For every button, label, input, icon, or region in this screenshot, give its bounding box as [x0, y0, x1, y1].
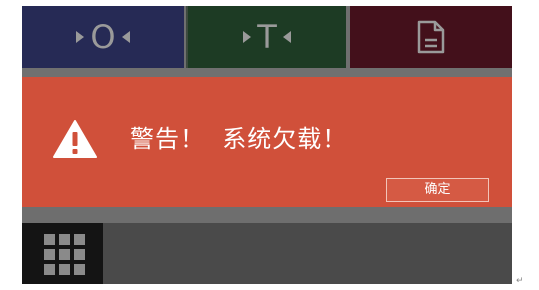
warning-message: 警告！ 系统欠载！ [130, 125, 348, 153]
tare-label: T [257, 18, 277, 56]
arrow-left-icon [121, 31, 130, 43]
top-function-bar: O T [22, 6, 512, 68]
document-button[interactable] [350, 6, 512, 68]
confirm-button[interactable]: 确定 [386, 178, 489, 202]
device-screen: O T 警告！ 系统欠载！ 确定 [22, 6, 512, 284]
separator-strip [22, 68, 512, 77]
zero-label: O [90, 18, 116, 56]
arrow-right-icon [76, 31, 85, 43]
zero-button[interactable]: O [22, 6, 184, 68]
arrow-left-icon [282, 31, 291, 43]
separator-strip-bottom [22, 207, 512, 223]
document-icon [417, 20, 445, 54]
tare-label-group: T [243, 21, 291, 53]
apps-button[interactable] [22, 223, 103, 284]
warning-dialog: 警告！ 系统欠载！ 确定 [22, 77, 512, 207]
arrow-right-icon [243, 31, 252, 43]
return-mark: ↵ [516, 276, 524, 286]
zero-label-group: O [76, 18, 130, 56]
bottom-bar [22, 223, 512, 284]
apps-grid-icon [44, 234, 85, 275]
warning-icon [53, 120, 97, 158]
tare-button[interactable]: T [186, 6, 346, 68]
